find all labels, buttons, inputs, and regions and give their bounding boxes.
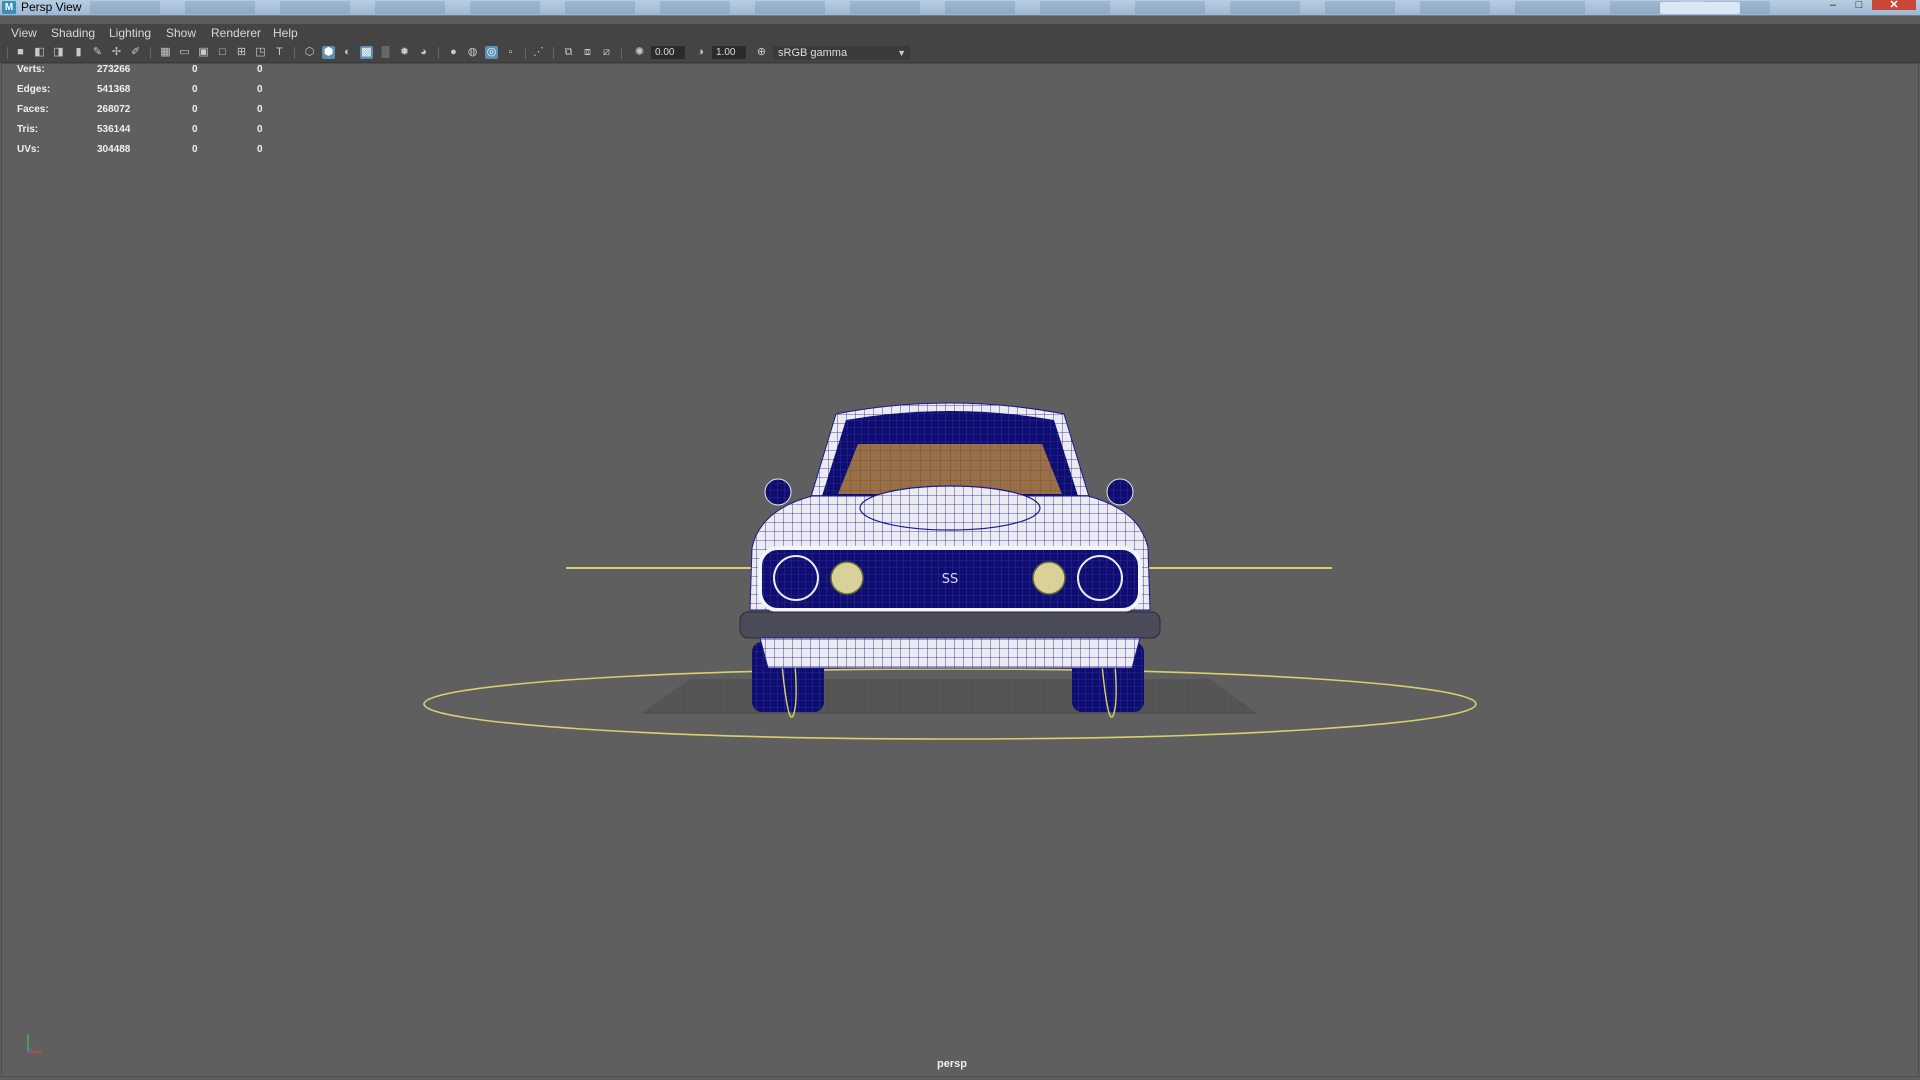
ground-grid <box>640 679 1258 714</box>
hud-row-tris: Tris: 536144 0 0 <box>17 124 277 144</box>
hud-row-verts: Verts: 273266 0 0 <box>17 64 277 84</box>
hud-value: 0 <box>257 64 263 75</box>
right-mirror <box>1106 478 1134 506</box>
hud-value: 536144 <box>97 124 131 135</box>
hud-value: 0 <box>192 144 198 155</box>
hud-value: 0 <box>192 84 198 95</box>
front-bumper <box>739 611 1161 639</box>
viewport-scene: SS <box>423 402 1477 740</box>
hud-value: 273266 <box>97 64 131 75</box>
hud-value: 0 <box>257 84 263 95</box>
lower-valance <box>759 637 1141 669</box>
hud-label: UVs: <box>17 144 40 155</box>
hud-label: Verts: <box>17 64 45 75</box>
maya-persp-window: M Persp View – □ ✕ View Shading Lighting… <box>0 0 1920 1080</box>
hud-label: Tris: <box>17 124 39 135</box>
hud-value: 304488 <box>97 144 131 155</box>
hud-value: 541368 <box>97 84 131 95</box>
right-outer-headlight <box>1077 555 1123 601</box>
grille-badge: SS <box>942 572 959 587</box>
camera-name-label: persp <box>937 1058 967 1070</box>
hud-row-uvs: UVs: 304488 0 0 <box>17 144 277 164</box>
left-mirror <box>764 478 792 506</box>
hud-label: Faces: <box>17 104 49 115</box>
hud-row-edges: Edges: 541368 0 0 <box>17 84 277 104</box>
hud-value: 0 <box>192 104 198 115</box>
left-outer-headlight <box>773 555 819 601</box>
hud-row-faces: Faces: 268072 0 0 <box>17 104 277 124</box>
hud-value: 0 <box>257 104 263 115</box>
poly-count-hud: Verts: 273266 0 0 Edges: 541368 0 0 Face… <box>17 64 277 164</box>
hud-value: 268072 <box>97 104 131 115</box>
view-axis-icon <box>27 1034 42 1053</box>
hud-value: 0 <box>257 124 263 135</box>
left-inner-headlight <box>830 561 864 595</box>
hud-value: 0 <box>192 124 198 135</box>
hud-value: 0 <box>192 64 198 75</box>
hud-value: 0 <box>257 144 263 155</box>
hood-scoop <box>859 485 1041 531</box>
right-inner-headlight <box>1032 561 1066 595</box>
hud-label: Edges: <box>17 84 51 95</box>
